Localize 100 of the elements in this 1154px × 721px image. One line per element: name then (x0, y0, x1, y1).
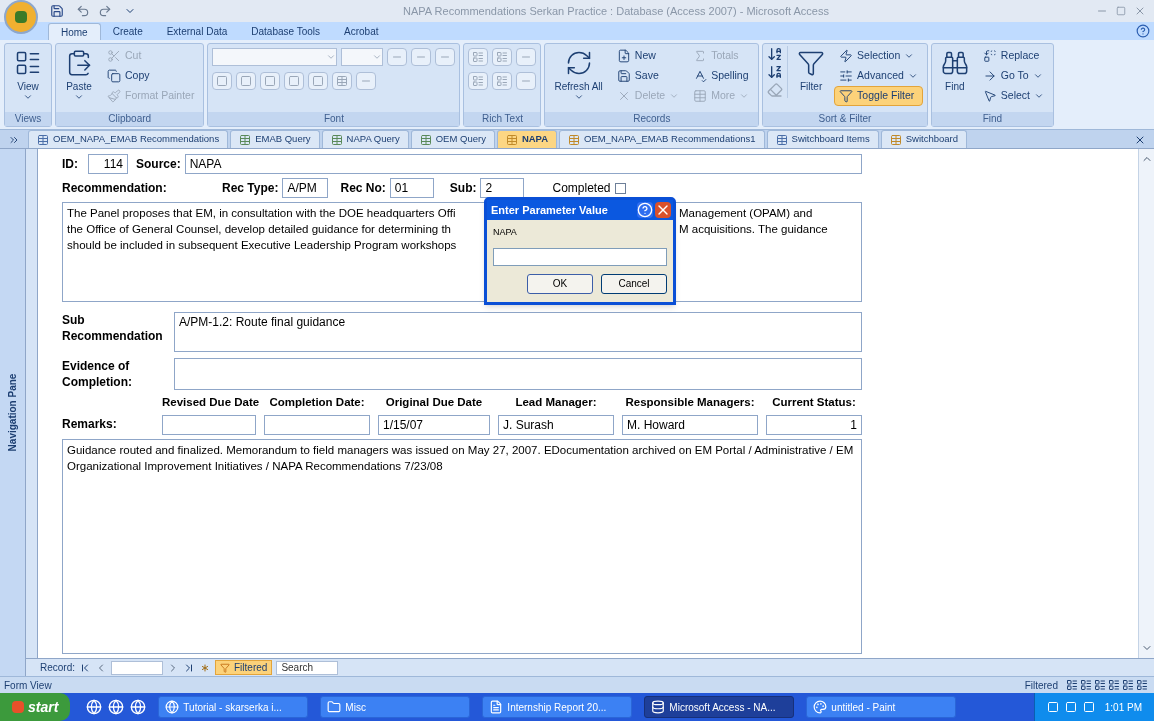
document-tab[interactable]: EMAB Query (230, 130, 320, 148)
view-icon[interactable] (1108, 679, 1120, 691)
dialog-button[interactable]: Cancel (601, 273, 667, 294)
close-icon[interactable] (655, 202, 671, 218)
format-button[interactable] (468, 48, 489, 66)
document-tab[interactable]: OEM Query (410, 130, 495, 148)
font-size-dropdown[interactable] (341, 48, 384, 66)
format-button[interactable] (212, 72, 233, 90)
format-button[interactable] (260, 72, 281, 90)
browser-icon[interactable] (130, 699, 147, 715)
format-button[interactable] (356, 72, 377, 90)
help-icon[interactable] (1136, 24, 1150, 38)
ribbon-button[interactable]: New (611, 46, 685, 66)
text-field[interactable]: 114 (88, 154, 128, 174)
ribbon-button[interactable]: Toggle Filter (834, 86, 923, 106)
view-icon[interactable] (1136, 679, 1148, 691)
ribbon-button[interactable]: Go To (977, 66, 1049, 86)
ribbon-button[interactable]: Filter (792, 46, 831, 95)
undo-icon[interactable] (76, 4, 90, 18)
document-tab[interactable]: OEM_NAPA_EMAB Recommendations (28, 130, 229, 148)
maximize-icon[interactable] (1116, 6, 1126, 16)
ribbon-button[interactable]: Find (935, 46, 974, 95)
ribbon-button[interactable]: Copy (102, 66, 200, 86)
text-field[interactable] (162, 415, 256, 436)
text-field[interactable]: NAPA (184, 154, 862, 174)
tray-icon[interactable] (1064, 701, 1077, 713)
text-field[interactable] (264, 415, 370, 436)
format-button[interactable] (516, 48, 537, 66)
format-button[interactable] (332, 72, 353, 90)
start-button[interactable]: start (0, 693, 71, 721)
document-tab[interactable]: OEM_NAPA_EMAB Recommendations1 (559, 130, 765, 148)
save-icon[interactable] (50, 4, 64, 18)
text-field[interactable]: 1 (766, 415, 862, 436)
text-field[interactable]: A/PM-1.2: Route final guidance (174, 312, 862, 352)
ribbon-tab[interactable]: Database Tools (239, 23, 333, 40)
search-field[interactable]: Search (276, 660, 339, 675)
ribbon-button[interactable]: Advanced (834, 66, 923, 86)
browser-icon[interactable] (86, 699, 103, 715)
ribbon-button[interactable]: Replace (977, 46, 1049, 66)
view-icon[interactable] (1094, 679, 1106, 691)
view-icon[interactable] (1080, 679, 1092, 691)
ribbon-button[interactable]: View (9, 46, 47, 105)
record-selector[interactable] (26, 149, 38, 658)
close-icon[interactable] (1134, 134, 1146, 146)
tray-icon[interactable] (1082, 701, 1095, 713)
sort-descending-icon[interactable] (767, 64, 784, 80)
ribbon-tab[interactable]: External Data (154, 23, 240, 40)
document-tab[interactable]: NAPA Query (321, 130, 409, 148)
redo-icon[interactable] (98, 4, 112, 18)
ribbon-tab[interactable]: Home (48, 23, 101, 40)
taskbar-button[interactable]: Internship Report 20... (482, 696, 633, 718)
sort-ascending-icon[interactable] (767, 46, 784, 62)
navigation-pane[interactable]: Navigation Pane (0, 149, 26, 676)
format-button[interactable] (387, 48, 408, 66)
format-button[interactable] (411, 48, 432, 66)
remarks-memo[interactable]: Guidance routed and finalized. Memorandum to field managers was issued on May 27, 2007. EDocumentation archived on EM Portal / Administrative / EM Organizational Improvement Initiatives / NAPA Recommendations 7/23/08 (62, 439, 862, 654)
ribbon-button[interactable]: Paste (60, 46, 98, 105)
ribbon-tab[interactable]: Create (100, 23, 155, 40)
taskbar-button[interactable]: Tutorial - skarserka i... (158, 696, 309, 718)
record-number-field[interactable] (111, 660, 163, 675)
ribbon-button[interactable]: Save (611, 66, 685, 86)
ribbon-button[interactable]: Selection (834, 46, 923, 66)
format-button[interactable] (468, 72, 489, 90)
browser-icon[interactable] (108, 699, 125, 715)
expand-pane-icon[interactable] (8, 134, 20, 146)
ribbon-button[interactable]: Select (977, 86, 1049, 106)
dialog-button[interactable]: OK (527, 273, 593, 294)
taskbar-button[interactable]: Microsoft Access - NA... (644, 696, 795, 718)
document-tab[interactable]: NAPA (496, 130, 558, 148)
format-button[interactable] (435, 48, 456, 66)
document-tab[interactable]: Switchboard (880, 130, 967, 148)
text-field[interactable]: 2 (480, 178, 525, 198)
filter-toggle[interactable]: Filtered (215, 660, 273, 675)
format-button[interactable] (492, 48, 513, 66)
text-field[interactable]: 1/15/07 (378, 415, 490, 436)
parameter-input[interactable] (493, 247, 667, 266)
format-button[interactable] (308, 72, 329, 90)
text-field[interactable]: M. Howard (622, 415, 758, 436)
format-button[interactable] (284, 72, 305, 90)
tray-icon[interactable] (1046, 701, 1059, 713)
format-button[interactable] (492, 72, 513, 90)
taskbar-button[interactable]: untitled - Paint (806, 696, 957, 718)
format-button[interactable] (516, 72, 537, 90)
completed-checkbox[interactable] (614, 182, 626, 194)
vertical-scrollbar[interactable] (1138, 149, 1154, 658)
text-field[interactable]: A/PM (282, 178, 329, 198)
text-field[interactable] (174, 358, 862, 390)
ribbon-button[interactable]: Refresh All (549, 46, 608, 105)
taskbar-button[interactable]: Misc (320, 696, 471, 718)
font-name-dropdown[interactable] (212, 48, 338, 66)
first-record-icon[interactable] (79, 661, 91, 674)
ribbon-button[interactable]: Spelling (688, 66, 755, 86)
view-icon[interactable] (1122, 679, 1134, 691)
format-button[interactable] (236, 72, 257, 90)
office-button[interactable] (4, 0, 38, 34)
text-field[interactable]: J. Surash (498, 415, 614, 436)
text-field[interactable]: 01 (389, 178, 434, 198)
view-icon[interactable] (1066, 679, 1078, 691)
ribbon-tab[interactable]: Acrobat (332, 23, 391, 40)
document-tab[interactable]: Switchboard Items (766, 130, 879, 148)
